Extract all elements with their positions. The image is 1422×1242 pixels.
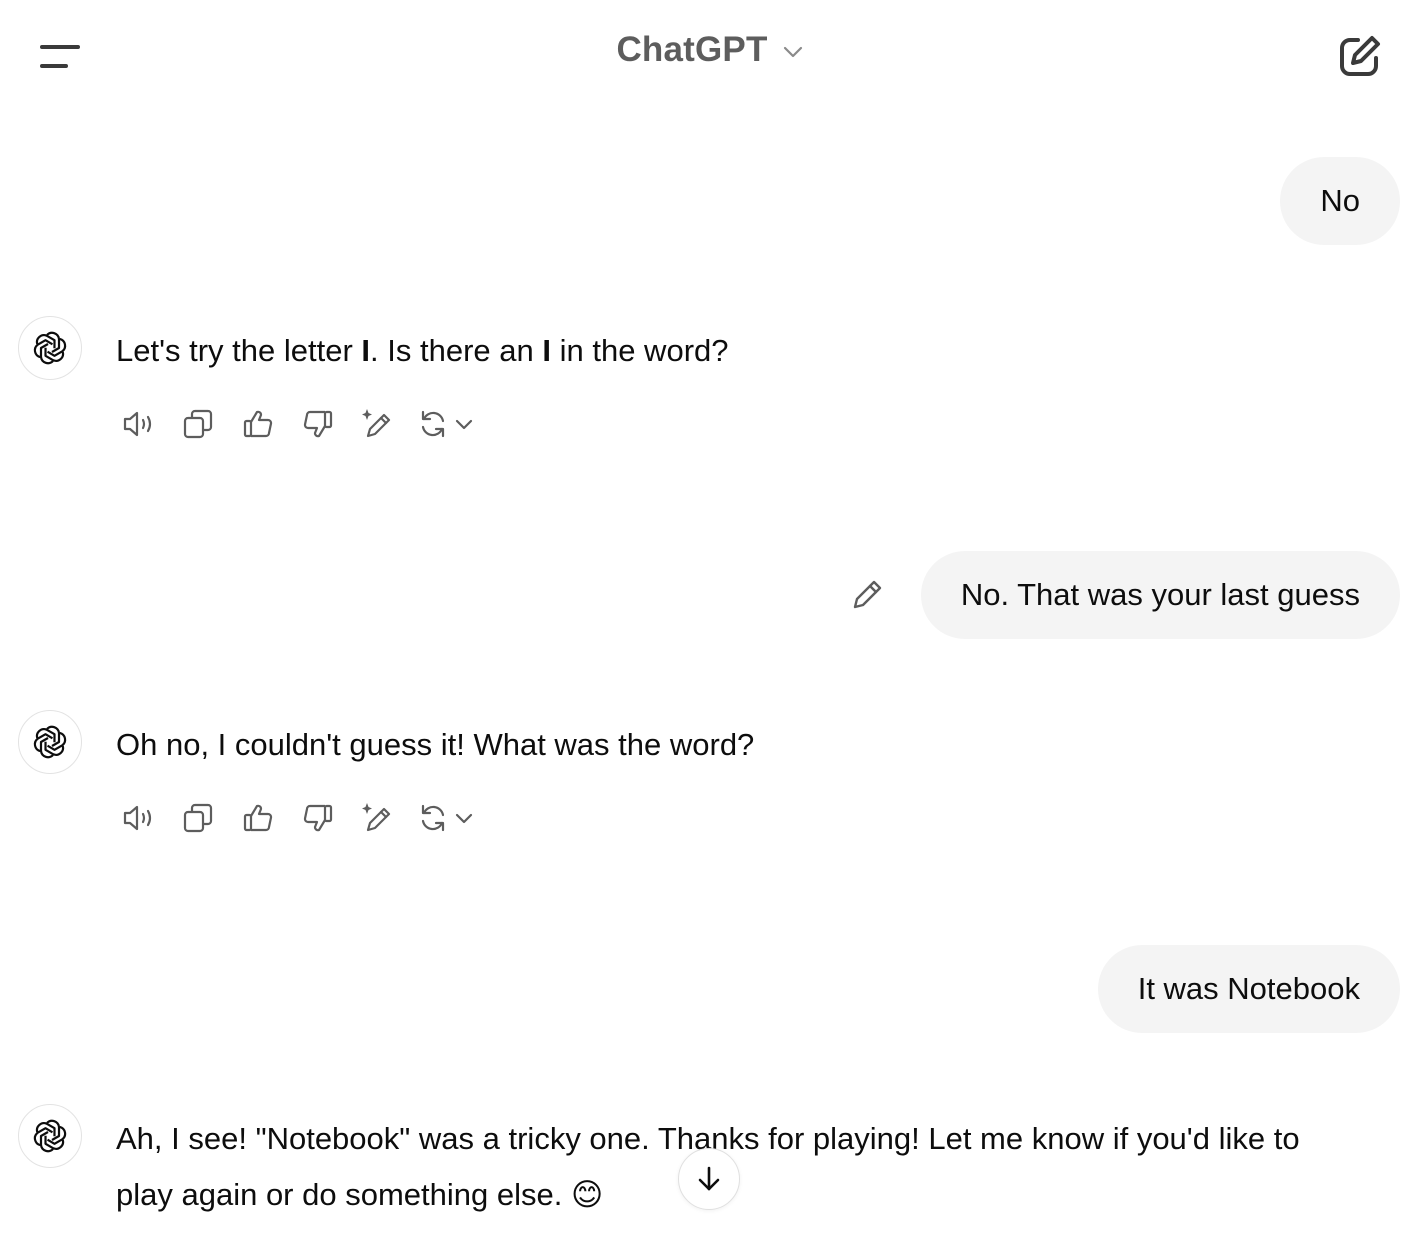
copy-icon (183, 803, 213, 833)
scroll-to-bottom-button[interactable] (678, 1148, 740, 1210)
edit-in-canvas-button[interactable] (356, 402, 400, 446)
thumbs-down-icon (303, 804, 333, 832)
speaker-icon (123, 805, 152, 831)
assistant-avatar (18, 1104, 82, 1168)
chevron-down-icon (783, 46, 802, 58)
openai-logo-icon (33, 1119, 67, 1153)
copy-icon (183, 409, 213, 439)
thumbs-down-button[interactable] (296, 796, 340, 840)
model-selector-button[interactable]: ChatGPT (616, 30, 805, 70)
new-chat-button[interactable] (1336, 32, 1384, 80)
message-text: in the word? (551, 333, 729, 368)
chat-page: ChatGPT No Let's try the letter I. Is th… (0, 0, 1422, 1242)
assistant-message: Let's try the letter I. Is there an I in… (116, 323, 729, 379)
thumbs-up-button[interactable] (236, 796, 280, 840)
read-aloud-button[interactable] (116, 402, 160, 446)
assistant-avatar (18, 316, 82, 380)
message-text-bold: I (542, 333, 551, 368)
smile-emoji: 😊 (570, 1177, 604, 1213)
thumbs-up-icon (243, 410, 273, 438)
user-message-bubble: No. That was your last guess (920, 551, 1400, 639)
message-text: Let's try the letter (116, 333, 362, 368)
pencil-sparkle-icon (362, 803, 391, 832)
pencil-sparkle-icon (362, 409, 391, 438)
user-message-bubble: No (1280, 157, 1400, 245)
arrow-down-icon (698, 1166, 720, 1191)
page-title: ChatGPT (616, 30, 768, 69)
refresh-icon (421, 410, 445, 438)
thumbs-down-icon (303, 410, 333, 438)
message-actions (116, 796, 476, 840)
user-message: It was Notebook (1097, 945, 1400, 1033)
message-text-bold: I (361, 333, 371, 368)
speaker-icon (123, 411, 152, 437)
edit-icon (1340, 36, 1380, 76)
openai-logo-icon (33, 725, 67, 759)
thumbs-up-icon (243, 804, 273, 832)
refresh-icon (421, 804, 445, 832)
header: ChatGPT (0, 0, 1422, 112)
openai-logo-icon (33, 331, 67, 365)
pencil-icon[interactable] (847, 575, 887, 615)
regenerate-button[interactable] (416, 801, 476, 835)
message-text-line: play again or do something else. (116, 1177, 571, 1212)
regenerate-button[interactable] (416, 407, 476, 441)
user-message: No. That was your last guess (847, 551, 1400, 639)
copy-button[interactable] (176, 402, 220, 446)
message-text: . Is there an (370, 333, 543, 368)
user-message: No (1280, 157, 1400, 245)
read-aloud-button[interactable] (116, 796, 160, 840)
assistant-avatar (18, 710, 82, 774)
copy-button[interactable] (176, 796, 220, 840)
assistant-message: Oh no, I couldn't guess it! What was the… (116, 727, 755, 762)
thumbs-down-button[interactable] (296, 402, 340, 446)
user-message-bubble: It was Notebook (1097, 945, 1400, 1033)
edit-in-canvas-button[interactable] (356, 796, 400, 840)
chevron-down-icon (455, 813, 473, 824)
message-actions (116, 402, 476, 446)
chevron-down-icon (455, 419, 473, 430)
thumbs-up-button[interactable] (236, 402, 280, 446)
